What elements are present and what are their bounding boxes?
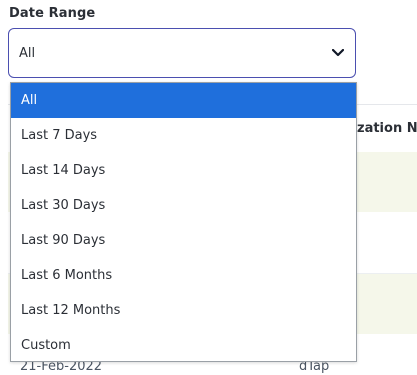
date-range-option-last-14-days[interactable]: Last 14 Days	[11, 153, 356, 188]
date-range-option-last-30-days[interactable]: Last 30 Days	[11, 188, 356, 223]
date-range-select[interactable]: All	[8, 28, 356, 78]
date-range-selected-value: All	[19, 45, 36, 61]
date-range-option-all[interactable]: All	[11, 83, 356, 118]
date-range-option-custom[interactable]: Custom	[11, 328, 356, 363]
date-range-option-last-6-months[interactable]: Last 6 Months	[11, 258, 356, 293]
date-range-label: Date Range	[9, 6, 96, 21]
page: Date Range All zation N 21-Feb-2022 dTap…	[0, 0, 417, 375]
table-header-immunization-name: zation N	[357, 121, 417, 136]
date-range-options-list: All Last 7 Days Last 14 Days Last 30 Day…	[10, 82, 357, 362]
chevron-down-icon	[331, 46, 345, 60]
date-range-option-last-7-days[interactable]: Last 7 Days	[11, 118, 356, 153]
date-range-option-last-12-months[interactable]: Last 12 Months	[11, 293, 356, 328]
date-range-option-last-90-days[interactable]: Last 90 Days	[11, 223, 356, 258]
